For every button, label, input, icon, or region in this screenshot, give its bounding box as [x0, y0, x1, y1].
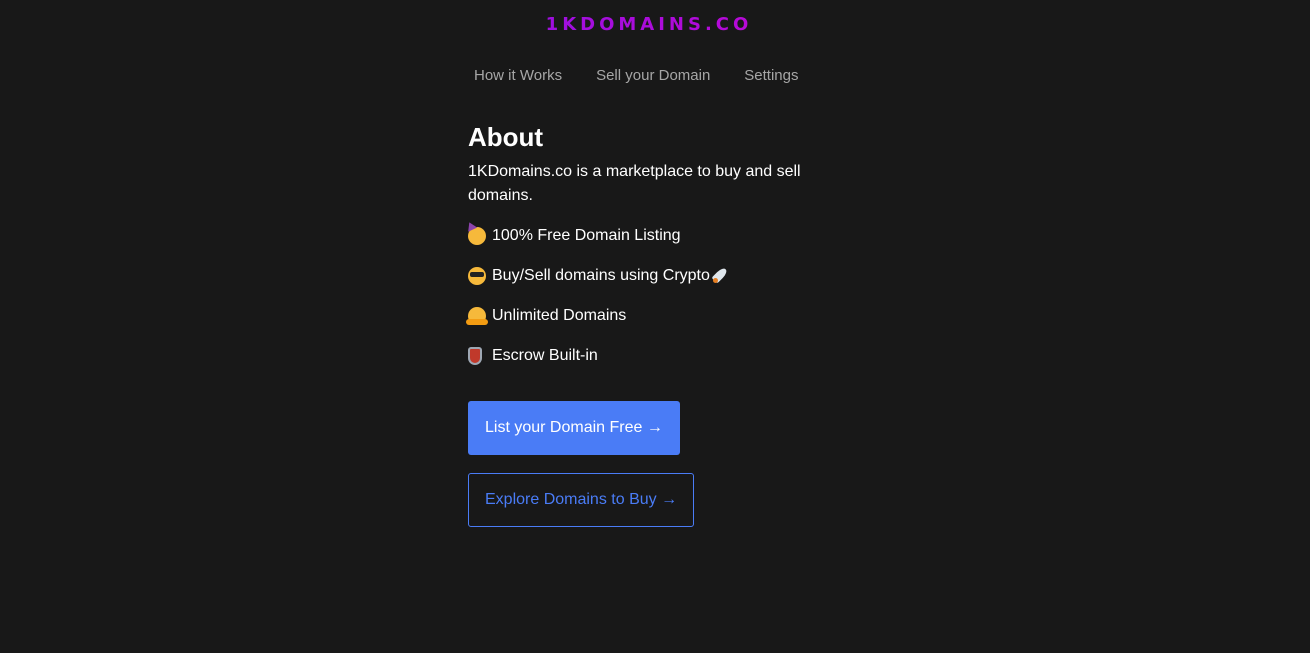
nav-sell-your-domain[interactable]: Sell your Domain [596, 67, 710, 84]
shield-icon [468, 347, 482, 365]
feature-item-crypto: Buy/Sell domains using Crypto [468, 264, 838, 288]
feature-item-unlimited: Unlimited Domains [466, 304, 838, 328]
feature-item-free-listing: 100% Free Domain Listing [468, 224, 838, 248]
feature-text: Unlimited Domains [492, 307, 627, 324]
top-nav: How it Works Sell your Domain Settings [474, 67, 799, 84]
about-description: 1KDomains.co is a marketplace to buy and… [468, 163, 801, 204]
about-section: About 1KDomains.co is a marketplace to b… [466, 120, 838, 527]
hugging-face-icon [466, 307, 488, 325]
feature-list: 100% Free Domain Listing Buy/Sell domain… [466, 224, 838, 368]
nav-how-it-works[interactable]: How it Works [474, 67, 562, 84]
feature-text: Buy/Sell domains using Crypto [492, 267, 710, 284]
feature-text: 100% Free Domain Listing [492, 227, 681, 244]
about-title: About [468, 122, 544, 152]
site-logo[interactable]: 1KDOMAINS.CO [0, 14, 1298, 35]
page: 1KDOMAINS.CO How it Works Sell your Doma… [0, 0, 1310, 653]
nav-settings[interactable]: Settings [744, 67, 798, 84]
cool-sunglasses-face-icon [468, 267, 486, 285]
list-domain-free-button[interactable]: List your Domain Free → [468, 401, 680, 455]
partying-face-icon [468, 227, 486, 245]
feature-item-escrow: Escrow Built-in [468, 344, 838, 368]
feature-text: Escrow Built-in [492, 347, 598, 364]
explore-domains-button[interactable]: Explore Domains to Buy → [468, 473, 695, 527]
rocket-icon [710, 266, 730, 286]
